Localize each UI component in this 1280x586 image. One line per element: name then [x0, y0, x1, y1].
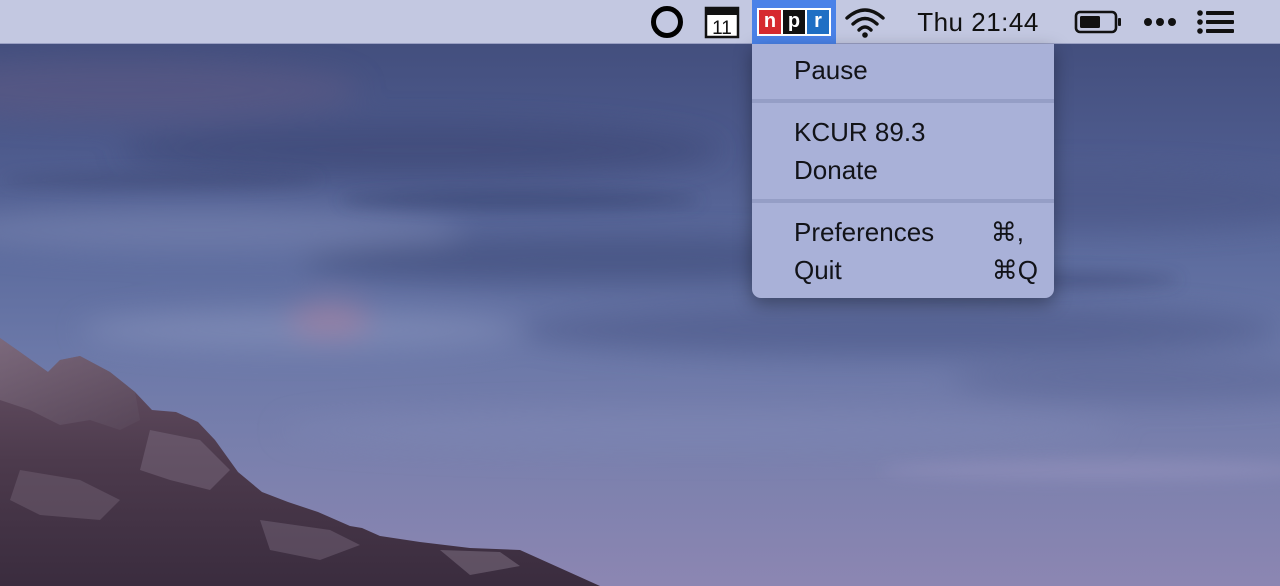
clock[interactable]: Thu 21:44 [900, 0, 1056, 44]
menu-item-quit-label: Quit [794, 254, 842, 285]
battery-icon [1074, 10, 1121, 34]
menu-item-station[interactable]: KCUR 89.3 [752, 113, 1054, 151]
calendar-status-item[interactable]: 11 [702, 0, 742, 44]
npr-letter-r: r [807, 10, 829, 34]
menu-item-preferences[interactable]: Preferences ⌘, [752, 213, 1054, 251]
menu-item-donate[interactable]: Donate [752, 151, 1054, 189]
npr-dropdown-menu: Pause KCUR 89.3 Donate Preferences ⌘, Qu… [752, 44, 1054, 298]
npr-letter-n: n [759, 10, 781, 34]
menu-item-pause-label: Pause [794, 54, 868, 85]
calendar-icon: 11 [704, 6, 740, 39]
menu-item-donate-label: Donate [794, 154, 878, 185]
menu-separator [752, 199, 1054, 203]
npr-icon: n p r [757, 8, 831, 36]
wifi-icon [845, 8, 885, 38]
wifi-status-item[interactable] [840, 0, 890, 44]
battery-status-item[interactable] [1072, 0, 1124, 44]
notification-center-button[interactable] [1192, 0, 1240, 44]
menu-item-preferences-shortcut: ⌘, [990, 216, 1024, 247]
menu-item-pause[interactable]: Pause [752, 51, 1054, 89]
circle-status-item[interactable] [646, 0, 688, 44]
menu-item-quit-shortcut: ⌘Q [991, 254, 1038, 285]
npr-status-item[interactable]: n p r [752, 0, 836, 44]
npr-letter-p: p [783, 10, 805, 34]
mountain [0, 338, 600, 586]
menu-separator [752, 99, 1054, 103]
more-icon [1144, 18, 1176, 26]
desktop: 11 n p r Thu 21:44 Pause KCUR 89.3 Donat… [0, 0, 1280, 586]
more-status-item[interactable] [1138, 0, 1182, 44]
notification-center-icon [1197, 10, 1234, 34]
menu-bar: 11 n p r Thu 21:44 [0, 0, 1280, 44]
menu-item-preferences-label: Preferences [794, 216, 935, 247]
calendar-day-text: 11 [712, 18, 732, 39]
circle-icon [651, 6, 683, 38]
menu-item-quit[interactable]: Quit ⌘Q [752, 251, 1054, 289]
menu-item-station-label: KCUR 89.3 [794, 116, 926, 147]
